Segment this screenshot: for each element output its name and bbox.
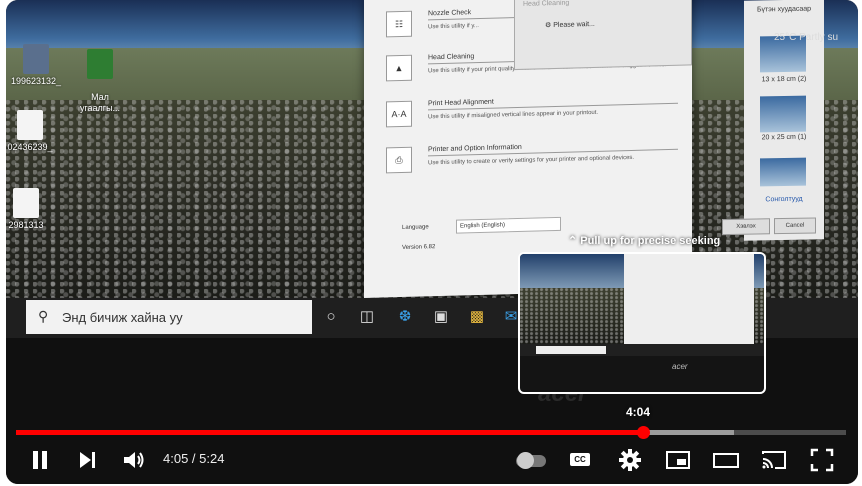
layout-label: Бүтэн хуудасаар: [756, 5, 812, 14]
edge-browser-icon: ❆: [398, 308, 412, 325]
desktop-icon: 02436239_: [6, 110, 60, 153]
nozzle-check-icon: ☷: [386, 10, 412, 38]
seek-preview-thumbnail: acer: [518, 252, 766, 394]
theater-mode-icon: [713, 453, 739, 468]
cast-button[interactable]: [760, 446, 788, 474]
progress-bar[interactable]: [16, 426, 846, 439]
desktop-icon: 2981313: [6, 188, 56, 231]
next-icon: [80, 452, 95, 468]
pause-button[interactable]: [26, 446, 54, 474]
player-controls: 4:05 / 5:24 CC: [6, 442, 858, 478]
task-view-icon: ◫: [359, 308, 375, 325]
settings-button[interactable]: [616, 446, 644, 474]
size-label: 20 x 25 cm (1): [761, 133, 807, 142]
language-select: English (English): [456, 216, 561, 234]
utility-printer-option-info: ⎙ Printer and Option Information Use thi…: [386, 139, 678, 174]
desktop-icon-label: Мал угаалгы...: [79, 92, 121, 113]
document-file-icon: [17, 110, 43, 140]
preview-logo: acer: [672, 362, 688, 371]
preview-search: [536, 346, 606, 354]
chevron-up-icon: ⌃: [568, 235, 578, 247]
volume-button[interactable]: [120, 446, 148, 474]
document-file-icon: [13, 188, 39, 218]
head-cleaning-popup: Head Cleaning ⚙ Please wait...: [514, 0, 692, 71]
pause-icon: [33, 451, 47, 469]
autoplay-knob: [517, 452, 534, 469]
autoplay-toggle[interactable]: [516, 446, 550, 474]
miniplayer-button[interactable]: [664, 446, 692, 474]
volume-icon: [124, 452, 144, 468]
popup-status-text: Please wait...: [553, 20, 595, 30]
taskbar-search-box: ⚲ Энд бичиж хайна уу: [26, 300, 312, 334]
cortana-icon: ○: [326, 308, 336, 325]
subtitles-icon: CC: [570, 453, 590, 466]
fullscreen-button[interactable]: [808, 446, 836, 474]
size-label: 13 x 18 cm (2): [761, 75, 807, 84]
cancel-button: Cancel: [774, 217, 816, 235]
popup-status: ⚙ Please wait...: [515, 7, 691, 40]
desktop-icon: Мал угаалгы...: [70, 38, 130, 114]
desktop-icon-label: 02436239_: [7, 142, 53, 152]
version-label: Version 6.82: [402, 244, 436, 252]
weather-widget: 25°C Partly su: [774, 32, 839, 43]
subtitles-button[interactable]: CC: [566, 446, 594, 474]
print-button: Хэвлэх: [722, 218, 770, 236]
excel-file-icon: [87, 49, 113, 79]
settings-gear-icon: [619, 449, 641, 471]
miniplayer-icon: [666, 451, 690, 469]
printer-option-info-icon: ⎙: [386, 146, 412, 174]
seek-preview-time: 4:04: [626, 405, 651, 419]
head-cleaning-icon: ▲: [386, 54, 412, 82]
preview-window: [624, 254, 754, 346]
fullscreen-icon: [810, 448, 834, 472]
options-link: Сонголтууд: [765, 195, 803, 204]
search-placeholder: Энд бичиж хайна уу: [62, 310, 183, 325]
print-head-alignment-icon: A·A: [386, 100, 412, 128]
cast-icon: [762, 451, 786, 469]
next-button[interactable]: [73, 446, 101, 474]
video-player[interactable]: 199623132_ Мал угаалгы... 02436239_ 2981…: [6, 0, 858, 484]
store-icon: ▣: [433, 308, 449, 325]
desktop-icon: 199623132_: [6, 44, 66, 87]
photo-thumbnail: [760, 157, 806, 187]
file-explorer-icon: ▩: [469, 308, 485, 325]
image-file-icon: [23, 44, 49, 74]
desktop-icon-label: 2981313: [8, 220, 44, 230]
desktop-icon-label: 199623132_: [10, 76, 62, 86]
video-frame[interactable]: 199623132_ Мал угаалгы... 02436239_ 2981…: [6, 0, 858, 484]
photo-thumbnail: [760, 95, 806, 133]
language-label: Language: [402, 224, 429, 232]
theater-mode-button[interactable]: [712, 446, 740, 474]
progress-played: [16, 430, 644, 435]
seek-hint-text: Pull up for precise seeking: [580, 235, 721, 247]
wait-icon: ⚙: [545, 22, 554, 30]
search-icon: ⚲: [38, 308, 49, 324]
utility-print-head-alignment: A·A Print Head Alignment Use this utilit…: [386, 93, 678, 128]
seek-hint: ⌃ Pull up for precise seeking: [568, 234, 720, 247]
time-display: 4:05 / 5:24: [163, 451, 225, 466]
